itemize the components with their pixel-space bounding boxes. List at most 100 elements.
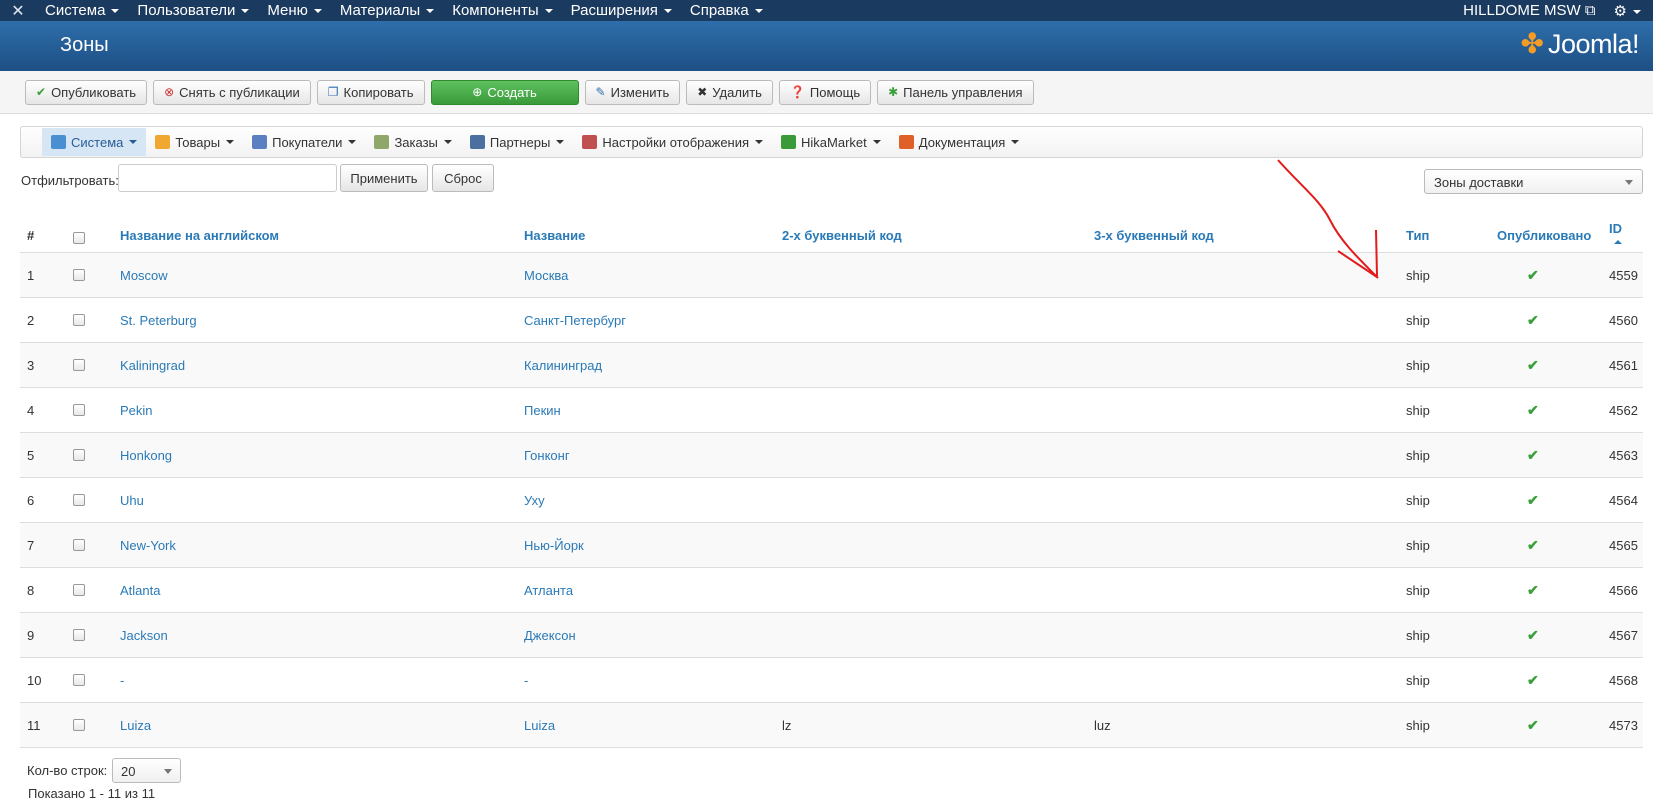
row-checkbox[interactable]: [73, 404, 85, 416]
component-menu-item[interactable]: Покупатели: [243, 128, 365, 156]
cell-name[interactable]: Гонконг: [524, 448, 570, 463]
menu-extensions[interactable]: Расширения: [562, 2, 681, 19]
published-check-icon[interactable]: ✔: [1527, 492, 1539, 509]
component-menu-item[interactable]: HikaMarket: [772, 128, 890, 156]
row-checkbox[interactable]: [73, 629, 85, 641]
col-type[interactable]: Тип: [1406, 228, 1429, 243]
control-panel-button[interactable]: ✱ Панель управления: [877, 79, 1034, 105]
component-menu-item[interactable]: Система: [42, 128, 147, 156]
apply-button[interactable]: Применить: [340, 164, 428, 192]
published-check-icon[interactable]: ✔: [1527, 312, 1539, 329]
published-check-icon[interactable]: ✔: [1527, 267, 1539, 284]
menu-system[interactable]: Система: [36, 2, 128, 19]
cell-name-en[interactable]: Pekin: [120, 403, 153, 418]
cell-id: 4560: [1609, 313, 1638, 328]
cell-num: 5: [27, 448, 35, 463]
row-checkbox[interactable]: [73, 449, 85, 461]
edit-button[interactable]: ✎ Изменить: [584, 79, 681, 105]
published-check-icon[interactable]: ✔: [1527, 357, 1539, 374]
row-checkbox[interactable]: [73, 674, 85, 686]
page-title: Зоны: [60, 34, 109, 56]
select-all-checkbox[interactable]: [73, 232, 85, 244]
cell-type: ship: [1406, 313, 1430, 328]
publish-button[interactable]: ✔ Опубликовать: [25, 79, 148, 105]
user-menu[interactable]: ⚙: [1614, 2, 1653, 20]
joomla-logo-icon[interactable]: ✕: [0, 1, 36, 21]
cell-name[interactable]: Атланта: [524, 583, 573, 598]
row-checkbox[interactable]: [73, 539, 85, 551]
col-published[interactable]: Опубликовано: [1497, 228, 1591, 243]
component-menu-item[interactable]: Документация: [890, 128, 1029, 156]
menu-help[interactable]: Справка: [681, 2, 772, 19]
published-check-icon[interactable]: ✔: [1527, 672, 1539, 689]
cell-name[interactable]: -: [524, 673, 528, 688]
rows-per-page-select[interactable]: 20: [112, 758, 181, 783]
cell-name-en[interactable]: Moscow: [120, 268, 168, 283]
col-code2[interactable]: 2-х буквенный код: [782, 228, 902, 243]
cell-name[interactable]: Уху: [524, 493, 545, 508]
cell-type: ship: [1406, 628, 1430, 643]
published-check-icon[interactable]: ✔: [1527, 447, 1539, 464]
cell-name-en[interactable]: Honkong: [120, 448, 172, 463]
component-menu-item[interactable]: Партнеры: [461, 128, 573, 156]
published-check-icon[interactable]: ✔: [1527, 537, 1539, 554]
col-id[interactable]: ID: [1609, 221, 1622, 244]
cell-name-en[interactable]: Atlanta: [120, 583, 160, 598]
zone-type-select[interactable]: Зоны доставки: [1424, 169, 1643, 194]
cell-name-en[interactable]: New-York: [120, 538, 176, 553]
col-name-en[interactable]: Название на английском: [120, 228, 279, 243]
customers-icon: [252, 135, 268, 149]
row-checkbox[interactable]: [73, 314, 85, 326]
component-menu-item[interactable]: Товары: [146, 128, 243, 156]
delete-button[interactable]: ✖ Удалить: [686, 79, 773, 105]
cell-name-en[interactable]: Uhu: [120, 493, 144, 508]
cell-name-en[interactable]: Luiza: [120, 718, 151, 733]
menu-users[interactable]: Пользователи: [128, 2, 258, 19]
chevron-down-icon: [426, 8, 435, 13]
published-check-icon[interactable]: ✔: [1527, 402, 1539, 419]
component-menu-item[interactable]: Настройки отображения: [573, 128, 772, 156]
cell-id: 4566: [1609, 583, 1638, 598]
filter-label: Отфильтровать:: [21, 173, 119, 188]
cell-name-en[interactable]: St. Peterburg: [120, 313, 197, 328]
component-menu-item[interactable]: Заказы: [365, 128, 460, 156]
edit-icon: ✎: [595, 85, 606, 99]
published-check-icon[interactable]: ✔: [1527, 582, 1539, 599]
menu-components[interactable]: Компоненты: [443, 2, 561, 19]
cell-name[interactable]: Санкт-Петербург: [524, 313, 626, 328]
cell-name[interactable]: Москва: [524, 268, 568, 283]
pagination-summary: Показано 1 - 11 из 11: [28, 786, 156, 801]
cell-name[interactable]: Пекин: [524, 403, 561, 418]
cell-name-en[interactable]: Kaliningrad: [120, 358, 185, 373]
joomla-brand: ✤ Joomla!: [1520, 28, 1639, 60]
reset-button[interactable]: Сброс: [432, 164, 494, 192]
site-link[interactable]: HILLDOME MSW ⧉: [1463, 2, 1613, 19]
row-checkbox[interactable]: [73, 584, 85, 596]
cell-name-en[interactable]: -: [120, 673, 124, 688]
filter-input[interactable]: [118, 164, 337, 192]
unpublish-button[interactable]: ⊗ Снять с публикации: [153, 79, 311, 105]
published-check-icon[interactable]: ✔: [1527, 717, 1539, 734]
row-checkbox[interactable]: [73, 719, 85, 731]
cell-name[interactable]: Нью-Йорк: [524, 538, 584, 553]
row-checkbox[interactable]: [73, 269, 85, 281]
menu-menus[interactable]: Меню: [258, 2, 331, 19]
cell-name[interactable]: Калининград: [524, 358, 602, 373]
col-code3[interactable]: 3-х буквенный код: [1094, 228, 1214, 243]
create-button[interactable]: ⊕ Создать: [430, 79, 579, 105]
help-button[interactable]: ❓ Помощь: [778, 79, 872, 105]
row-checkbox[interactable]: [73, 494, 85, 506]
cell-name[interactable]: Luiza: [524, 718, 555, 733]
col-name[interactable]: Название: [524, 228, 585, 243]
products-icon: [155, 135, 171, 149]
cell-name-en[interactable]: Jackson: [120, 628, 168, 643]
published-check-icon[interactable]: ✔: [1527, 627, 1539, 644]
cell-name[interactable]: Джексон: [524, 628, 576, 643]
copy-button[interactable]: ❐ Копировать: [316, 79, 425, 105]
question-icon: ❓: [789, 85, 805, 99]
chevron-down-icon: [1633, 9, 1641, 14]
menu-content[interactable]: Материалы: [331, 2, 443, 19]
table-row: 2 St. Peterburg Санкт-Петербург ship 4560 ✔: [20, 298, 1643, 343]
chevron-down-icon: [443, 140, 452, 144]
row-checkbox[interactable]: [73, 359, 85, 371]
